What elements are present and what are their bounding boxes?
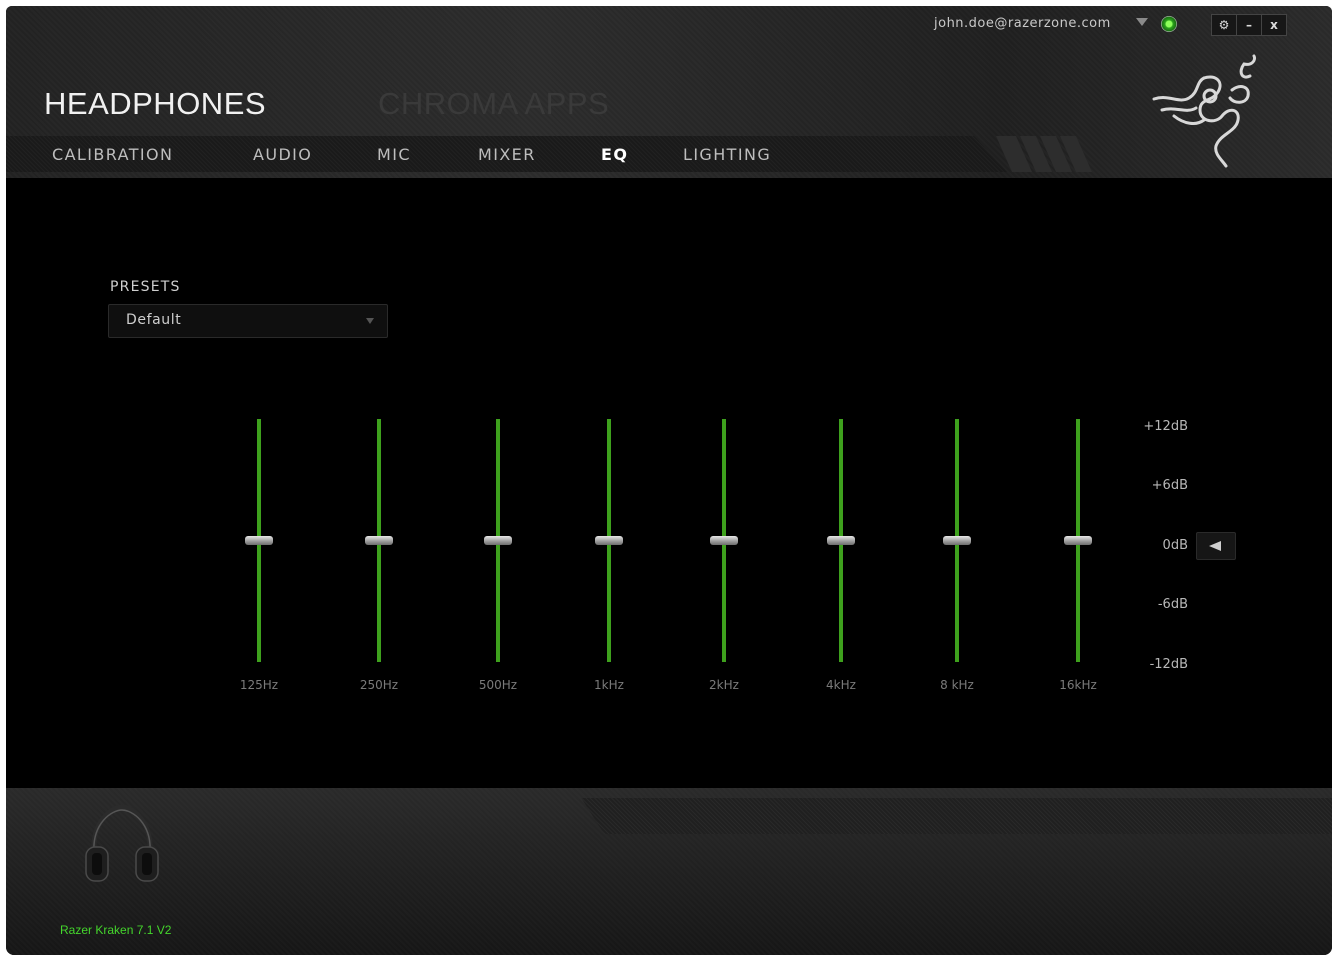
- tab-lighting[interactable]: LIGHTING: [683, 145, 771, 164]
- online-status-icon: [1161, 16, 1177, 32]
- close-button[interactable]: x: [1261, 14, 1287, 36]
- eq-slider-handle[interactable]: [1064, 536, 1092, 545]
- tab-mixer[interactable]: MIXER: [478, 145, 536, 164]
- account-email[interactable]: john.doe@razerzone.com: [934, 16, 1111, 31]
- db-scale-label: +12dB: [1143, 419, 1188, 434]
- tab-mic[interactable]: MIC: [377, 145, 411, 164]
- eq-band-label: 1kHz: [594, 678, 624, 692]
- settings-button[interactable]: ⚙: [1211, 14, 1237, 36]
- eq-slider-handle[interactable]: [365, 536, 393, 545]
- eq-band-label: 4kHz: [826, 678, 856, 692]
- presets-label: PRESETS: [110, 279, 181, 295]
- presets-dropdown[interactable]: Default: [108, 304, 388, 338]
- db-scale-label: -6dB: [1157, 597, 1188, 612]
- db-scale-label: -12dB: [1149, 657, 1188, 672]
- eq-slider-handle[interactable]: [827, 536, 855, 545]
- presets-selected-value: Default: [126, 312, 182, 328]
- synapse-window: john.doe@razerzone.com ⚙ – x HEADPHONES …: [6, 6, 1332, 955]
- tab-audio[interactable]: AUDIO: [253, 145, 312, 164]
- tab-bar-decoration: [996, 136, 1092, 172]
- eq-band-1khz: 1kHz: [579, 414, 639, 694]
- eq-band-125hz: 125Hz: [229, 414, 289, 694]
- eq-band-4khz: 4kHz: [811, 414, 871, 694]
- chevron-down-icon: [366, 318, 374, 324]
- footer-decoration: [581, 798, 1332, 834]
- window-controls: ⚙ – x: [1211, 14, 1287, 36]
- page-title[interactable]: HEADPHONES: [44, 86, 266, 122]
- arrow-left-icon: [1209, 541, 1221, 551]
- eq-slider-handle[interactable]: [595, 536, 623, 545]
- minimize-button[interactable]: –: [1236, 14, 1262, 36]
- eq-slider-handle[interactable]: [484, 536, 512, 545]
- eq-band-250hz: 250Hz: [349, 414, 409, 694]
- chroma-apps-tab[interactable]: CHROMA APPS: [378, 86, 609, 122]
- eq-band-8khz: 8 kHz: [927, 414, 987, 694]
- headphones-icon[interactable]: [82, 801, 162, 889]
- tab-calibration[interactable]: CALIBRATION: [52, 145, 173, 164]
- db-scale-label: 0dB: [1162, 538, 1188, 553]
- eq-slider-handle[interactable]: [245, 536, 273, 545]
- eq-band-label: 2kHz: [709, 678, 739, 692]
- eq-band-16khz: 16kHz: [1048, 414, 1108, 694]
- eq-band-label: 500Hz: [478, 678, 518, 692]
- tab-eq[interactable]: EQ: [601, 145, 628, 164]
- eq-band-label: 8 kHz: [940, 678, 974, 692]
- eq-band-500hz: 500Hz: [468, 414, 528, 694]
- razer-logo-icon: [1152, 54, 1256, 168]
- eq-band-label: 250Hz: [359, 678, 399, 692]
- eq-band-label: 16kHz: [1059, 678, 1097, 692]
- eq-slider-handle[interactable]: [943, 536, 971, 545]
- device-name: Razer Kraken 7.1 V2: [60, 923, 172, 937]
- reset-to-zero-button[interactable]: [1196, 532, 1236, 560]
- db-scale-label: +6dB: [1151, 478, 1188, 493]
- eq-band-2khz: 2kHz: [694, 414, 754, 694]
- account-dropdown-icon[interactable]: [1136, 18, 1148, 26]
- eq-band-label: 125Hz: [239, 678, 279, 692]
- eq-slider-handle[interactable]: [710, 536, 738, 545]
